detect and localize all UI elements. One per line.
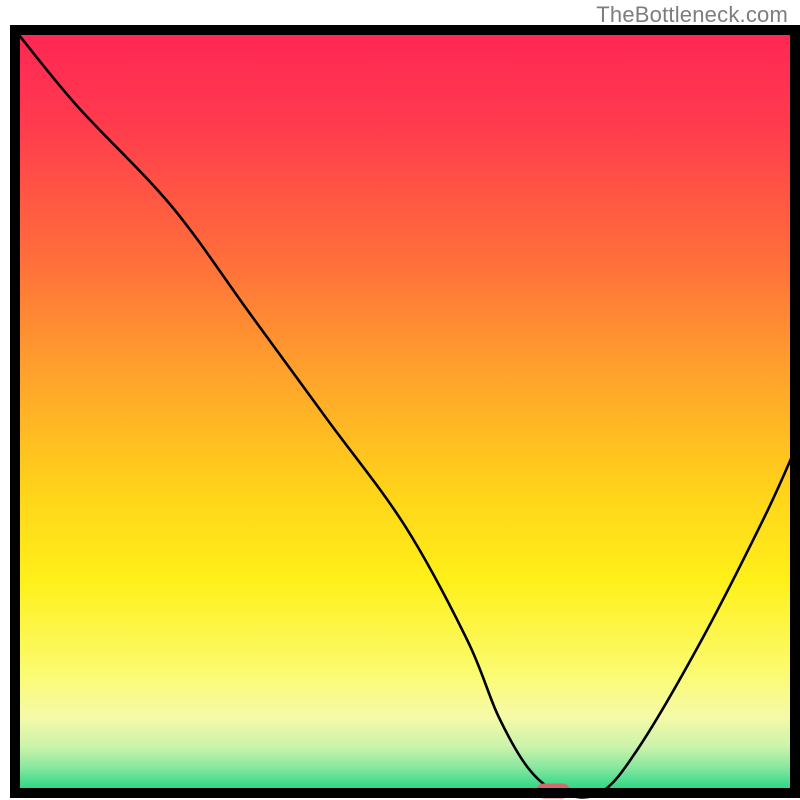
bottleneck-chart [0, 0, 800, 800]
chart-background [15, 30, 795, 793]
chart-container: TheBottleneck.com [0, 0, 800, 800]
